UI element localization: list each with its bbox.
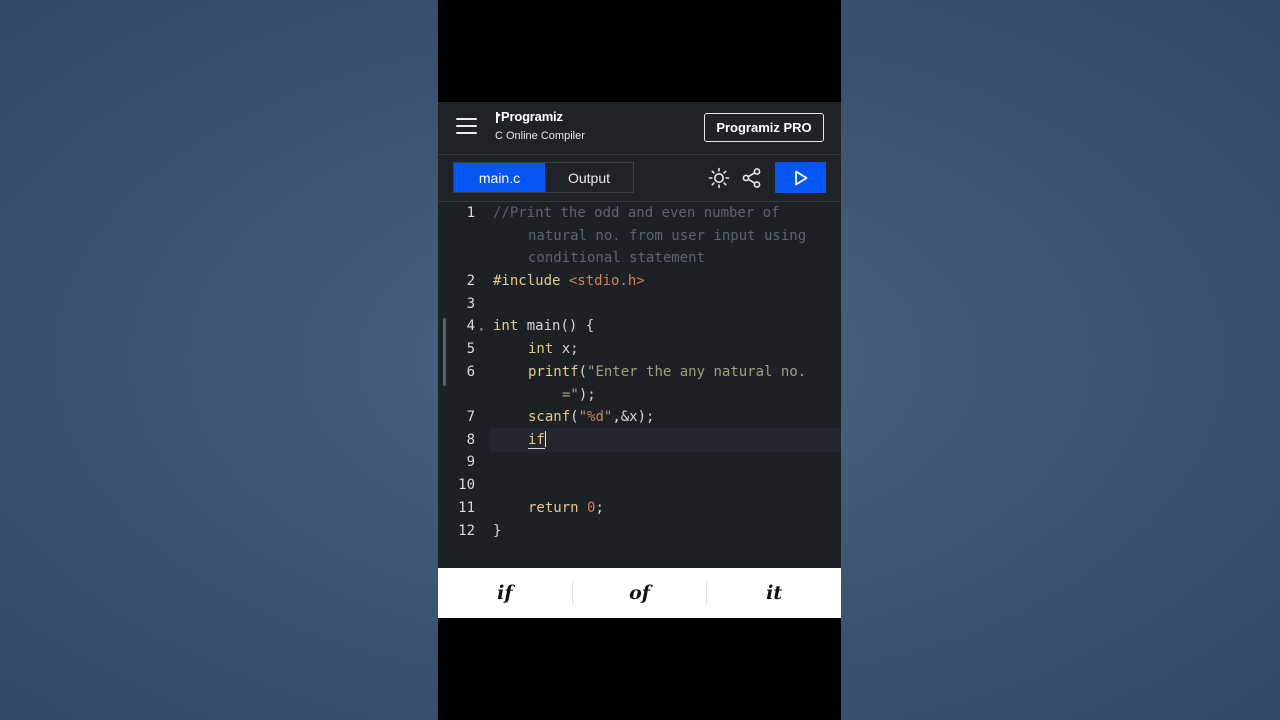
menu-icon[interactable] <box>456 117 477 135</box>
string-literal: =" <box>562 387 579 403</box>
compiler-subtitle: C Online Compiler <box>495 130 585 142</box>
code-text: ; <box>595 500 604 516</box>
string-literal: " <box>578 409 588 425</box>
editor-toolbar: main.c Output <box>438 155 841 202</box>
sun-icon[interactable] <box>708 167 730 189</box>
text-caret <box>544 431 546 447</box>
line-number: 7 <box>466 409 475 425</box>
function-name: scanf <box>528 409 571 425</box>
play-icon <box>794 170 807 185</box>
keyboard-suggestion-bar: if of it <box>438 568 841 618</box>
code-text: ( <box>570 409 579 425</box>
line-number: 3 <box>466 296 475 312</box>
line-number: 10 <box>458 477 475 493</box>
suggestion-item[interactable]: it <box>707 582 841 604</box>
line-number: 9 <box>466 454 475 470</box>
tab-output[interactable]: Output <box>545 163 633 192</box>
code-line-active: if <box>528 429 546 452</box>
keyword: int <box>493 318 519 334</box>
share-icon[interactable] <box>741 167 763 189</box>
line-number: 8 <box>466 432 475 448</box>
code-editor[interactable]: 1 2 3 4 ▾ 5 6 7 8 9 10 11 12 //Print the… <box>438 202 841 568</box>
fold-arrow-icon[interactable]: ▾ <box>479 319 484 342</box>
suggestion-item[interactable]: of <box>573 582 707 604</box>
keyword: int <box>528 341 554 357</box>
programiz-pro-button[interactable]: Programiz PRO <box>704 113 824 142</box>
keyword: return <box>528 500 579 516</box>
status-area <box>438 0 841 102</box>
line-number: 12 <box>458 523 475 539</box>
run-button[interactable] <box>775 162 826 193</box>
code-line-wrap: natural no. from user input using <box>528 228 807 244</box>
tab-main-c[interactable]: main.c <box>454 163 545 192</box>
code-text: ); <box>578 387 596 403</box>
code-line: scanf("%d",&x); <box>528 406 654 429</box>
code-text: ,&x); <box>612 409 655 425</box>
code-line: int main() { <box>493 315 594 338</box>
code-line: return 0; <box>528 497 604 520</box>
line-number: 5 <box>466 341 475 357</box>
line-number: 2 <box>466 273 475 289</box>
code-line-wrap: ="); <box>562 384 596 407</box>
code-line: printf("Enter the any natural no. <box>528 361 806 384</box>
code-line: int x; <box>528 338 579 361</box>
code-text: main() { <box>518 318 595 334</box>
brand[interactable]: Programiz C Online Compiler <box>495 109 585 142</box>
suggestion-item[interactable]: if <box>438 582 572 604</box>
string-literal: "Enter the any natural no. <box>587 364 807 380</box>
file-tabs: main.c Output <box>453 162 634 193</box>
line-number: 4 <box>466 318 475 334</box>
function-name: printf <box>528 364 579 380</box>
keyword: if <box>528 432 545 449</box>
brand-name: Programiz <box>501 109 563 124</box>
code-text: x; <box>553 341 579 357</box>
format-specifier: %d <box>587 409 604 425</box>
include-directive: #include <box>493 273 569 289</box>
app-header: Programiz C Online Compiler Programiz PR… <box>438 102 841 155</box>
code-line: #include <stdio.h> <box>493 270 645 293</box>
programiz-logo: Programiz <box>495 109 585 124</box>
line-number: 11 <box>458 500 475 516</box>
code-line: } <box>493 523 502 539</box>
code-line: //Print the odd and even number of <box>493 205 780 221</box>
phone-screen: Programiz C Online Compiler Programiz PR… <box>438 0 841 720</box>
header-name: <stdio.h> <box>568 273 645 289</box>
code-line-wrap: conditional statement <box>528 250 706 266</box>
line-number: 1 <box>466 205 475 221</box>
line-number: 6 <box>466 364 475 380</box>
code-text: ( <box>578 364 588 380</box>
